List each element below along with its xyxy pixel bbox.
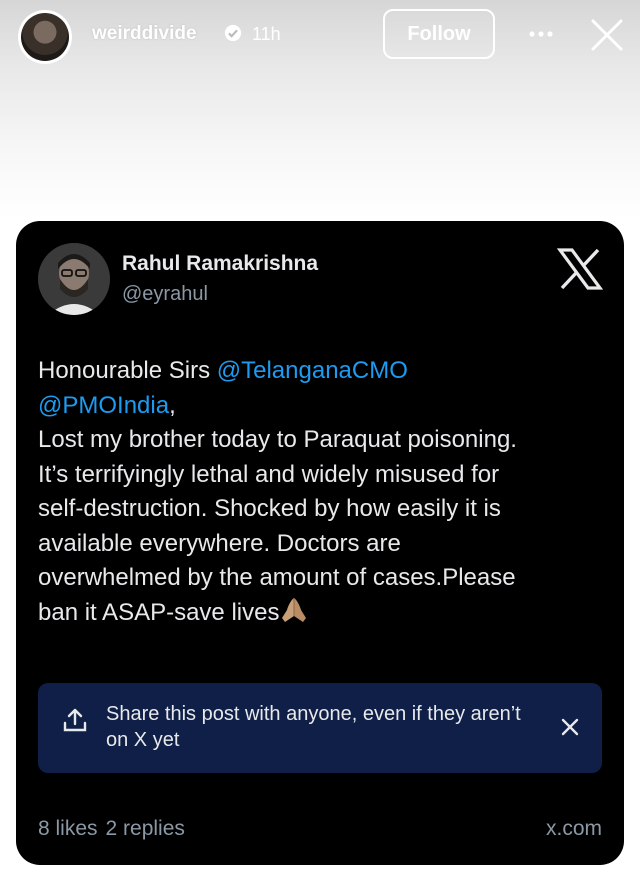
author-name[interactable]: Rahul Ramakrishna <box>122 252 318 276</box>
follow-button[interactable]: Follow <box>383 9 495 59</box>
dismiss-banner-icon[interactable] <box>560 717 580 737</box>
avatar-image <box>21 13 69 61</box>
post-greeting: Honourable Sirs <box>38 357 217 384</box>
verified-icon <box>224 24 242 42</box>
story-time: 11h <box>252 24 281 44</box>
source-link[interactable]: x.com <box>546 817 602 841</box>
post-comma: , <box>169 391 176 419</box>
post-card[interactable]: Rahul Ramakrishna @eyrahul Honourable Si… <box>16 221 624 865</box>
post-stats: 8 likes 2 replies <box>38 817 193 841</box>
share-icon[interactable] <box>62 707 88 733</box>
close-icon[interactable] <box>590 18 624 52</box>
post-text: Honourable Sirs @TelanganaCMO @PMOIndia,… <box>38 354 608 630</box>
author-handle[interactable]: @eyrahul <box>122 283 208 306</box>
share-banner-text: Share this post with anyone, even if the… <box>106 703 521 751</box>
story-avatar[interactable] <box>18 10 72 64</box>
share-banner[interactable]: Share this post with anyone, even if the… <box>38 683 602 773</box>
author-avatar[interactable] <box>38 243 110 315</box>
author-photo <box>38 243 110 315</box>
x-logo-icon[interactable] <box>556 247 604 291</box>
replies-count[interactable]: 2 replies <box>106 817 185 840</box>
story-username[interactable]: weirddivide <box>92 23 197 45</box>
folded-hands-emoji <box>282 597 307 622</box>
more-icon[interactable] <box>526 22 556 46</box>
likes-count[interactable]: 8 likes <box>38 817 98 840</box>
story-header: weirddivide 11h Follow <box>0 0 640 70</box>
mention-telangana-cmo[interactable]: @TelanganaCMO <box>217 357 408 384</box>
post-body: Lost my brother today to Paraquat poison… <box>38 426 517 626</box>
mention-pmo-india[interactable]: @PMOIndia <box>38 392 169 419</box>
